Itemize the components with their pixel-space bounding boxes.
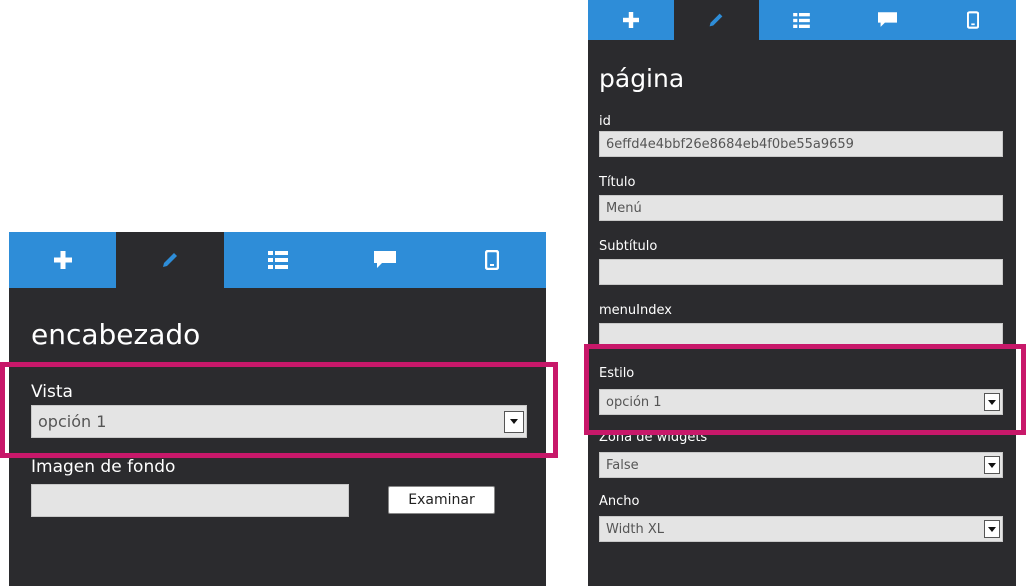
ancho-label: Ancho xyxy=(599,494,640,509)
menuindex-field[interactable] xyxy=(599,323,1003,349)
comment-icon xyxy=(878,12,898,27)
plus-icon xyxy=(622,12,639,28)
tab-edit[interactable] xyxy=(673,0,760,40)
pencil-icon xyxy=(163,253,178,267)
left-panel: encabezado Vista opción 1 Imagen de fond… xyxy=(9,232,546,586)
vista-select[interactable]: opción 1 xyxy=(31,405,527,438)
chevron-down-icon[interactable] xyxy=(984,456,1000,474)
chevron-down-icon[interactable] xyxy=(984,520,1000,538)
tab-edit[interactable] xyxy=(116,232,224,288)
tab-add[interactable] xyxy=(9,232,117,288)
zona-select[interactable]: False xyxy=(599,452,1003,478)
plus-icon xyxy=(53,251,72,269)
ancho-select-value: Width XL xyxy=(606,521,665,537)
vista-select-value: opción 1 xyxy=(38,412,107,431)
tab-mobile[interactable] xyxy=(930,0,1016,40)
list-icon xyxy=(793,12,811,28)
id-label: id xyxy=(599,114,611,129)
browse-button[interactable]: Examinar xyxy=(388,486,495,514)
imagen-input[interactable] xyxy=(31,484,349,517)
right-panel: página id 6effd4e4bbf26e8684eb4f0be55a96… xyxy=(588,0,1016,586)
titulo-field[interactable]: Menú xyxy=(599,195,1003,221)
tab-comments[interactable] xyxy=(844,0,931,40)
estilo-select[interactable]: opción 1 xyxy=(599,389,1003,415)
right-tab-bar xyxy=(588,0,1016,40)
mobile-icon xyxy=(967,11,980,29)
zona-select-value: False xyxy=(606,457,639,473)
estilo-select-value: opción 1 xyxy=(606,394,662,410)
tab-mobile[interactable] xyxy=(438,232,546,288)
imagen-label: Imagen de fondo xyxy=(31,457,176,477)
tab-add[interactable] xyxy=(588,0,674,40)
subtitulo-field[interactable] xyxy=(599,259,1003,285)
tab-list[interactable] xyxy=(759,0,845,40)
estilo-label: Estilo xyxy=(599,366,635,381)
panel-title: encabezado xyxy=(31,318,201,351)
left-tab-bar xyxy=(9,232,546,288)
panel-title: página xyxy=(599,64,685,93)
chevron-down-icon[interactable] xyxy=(504,410,524,433)
subtitulo-label: Subtítulo xyxy=(599,239,658,254)
id-field[interactable]: 6effd4e4bbf26e8684eb4f0be55a9659 xyxy=(599,131,1003,157)
titulo-label: Título xyxy=(599,175,636,190)
menuindex-label: menuIndex xyxy=(599,303,672,318)
ancho-select[interactable]: Width XL xyxy=(599,516,1003,542)
chevron-down-icon[interactable] xyxy=(984,393,1000,411)
vista-label: Vista xyxy=(31,382,73,402)
tab-list[interactable] xyxy=(223,232,332,288)
list-icon xyxy=(267,251,288,269)
tab-comments[interactable] xyxy=(331,232,439,288)
comment-icon xyxy=(373,251,396,268)
pencil-icon xyxy=(710,13,723,27)
zona-label: Zona de widgets xyxy=(599,430,708,445)
mobile-icon xyxy=(485,250,500,270)
